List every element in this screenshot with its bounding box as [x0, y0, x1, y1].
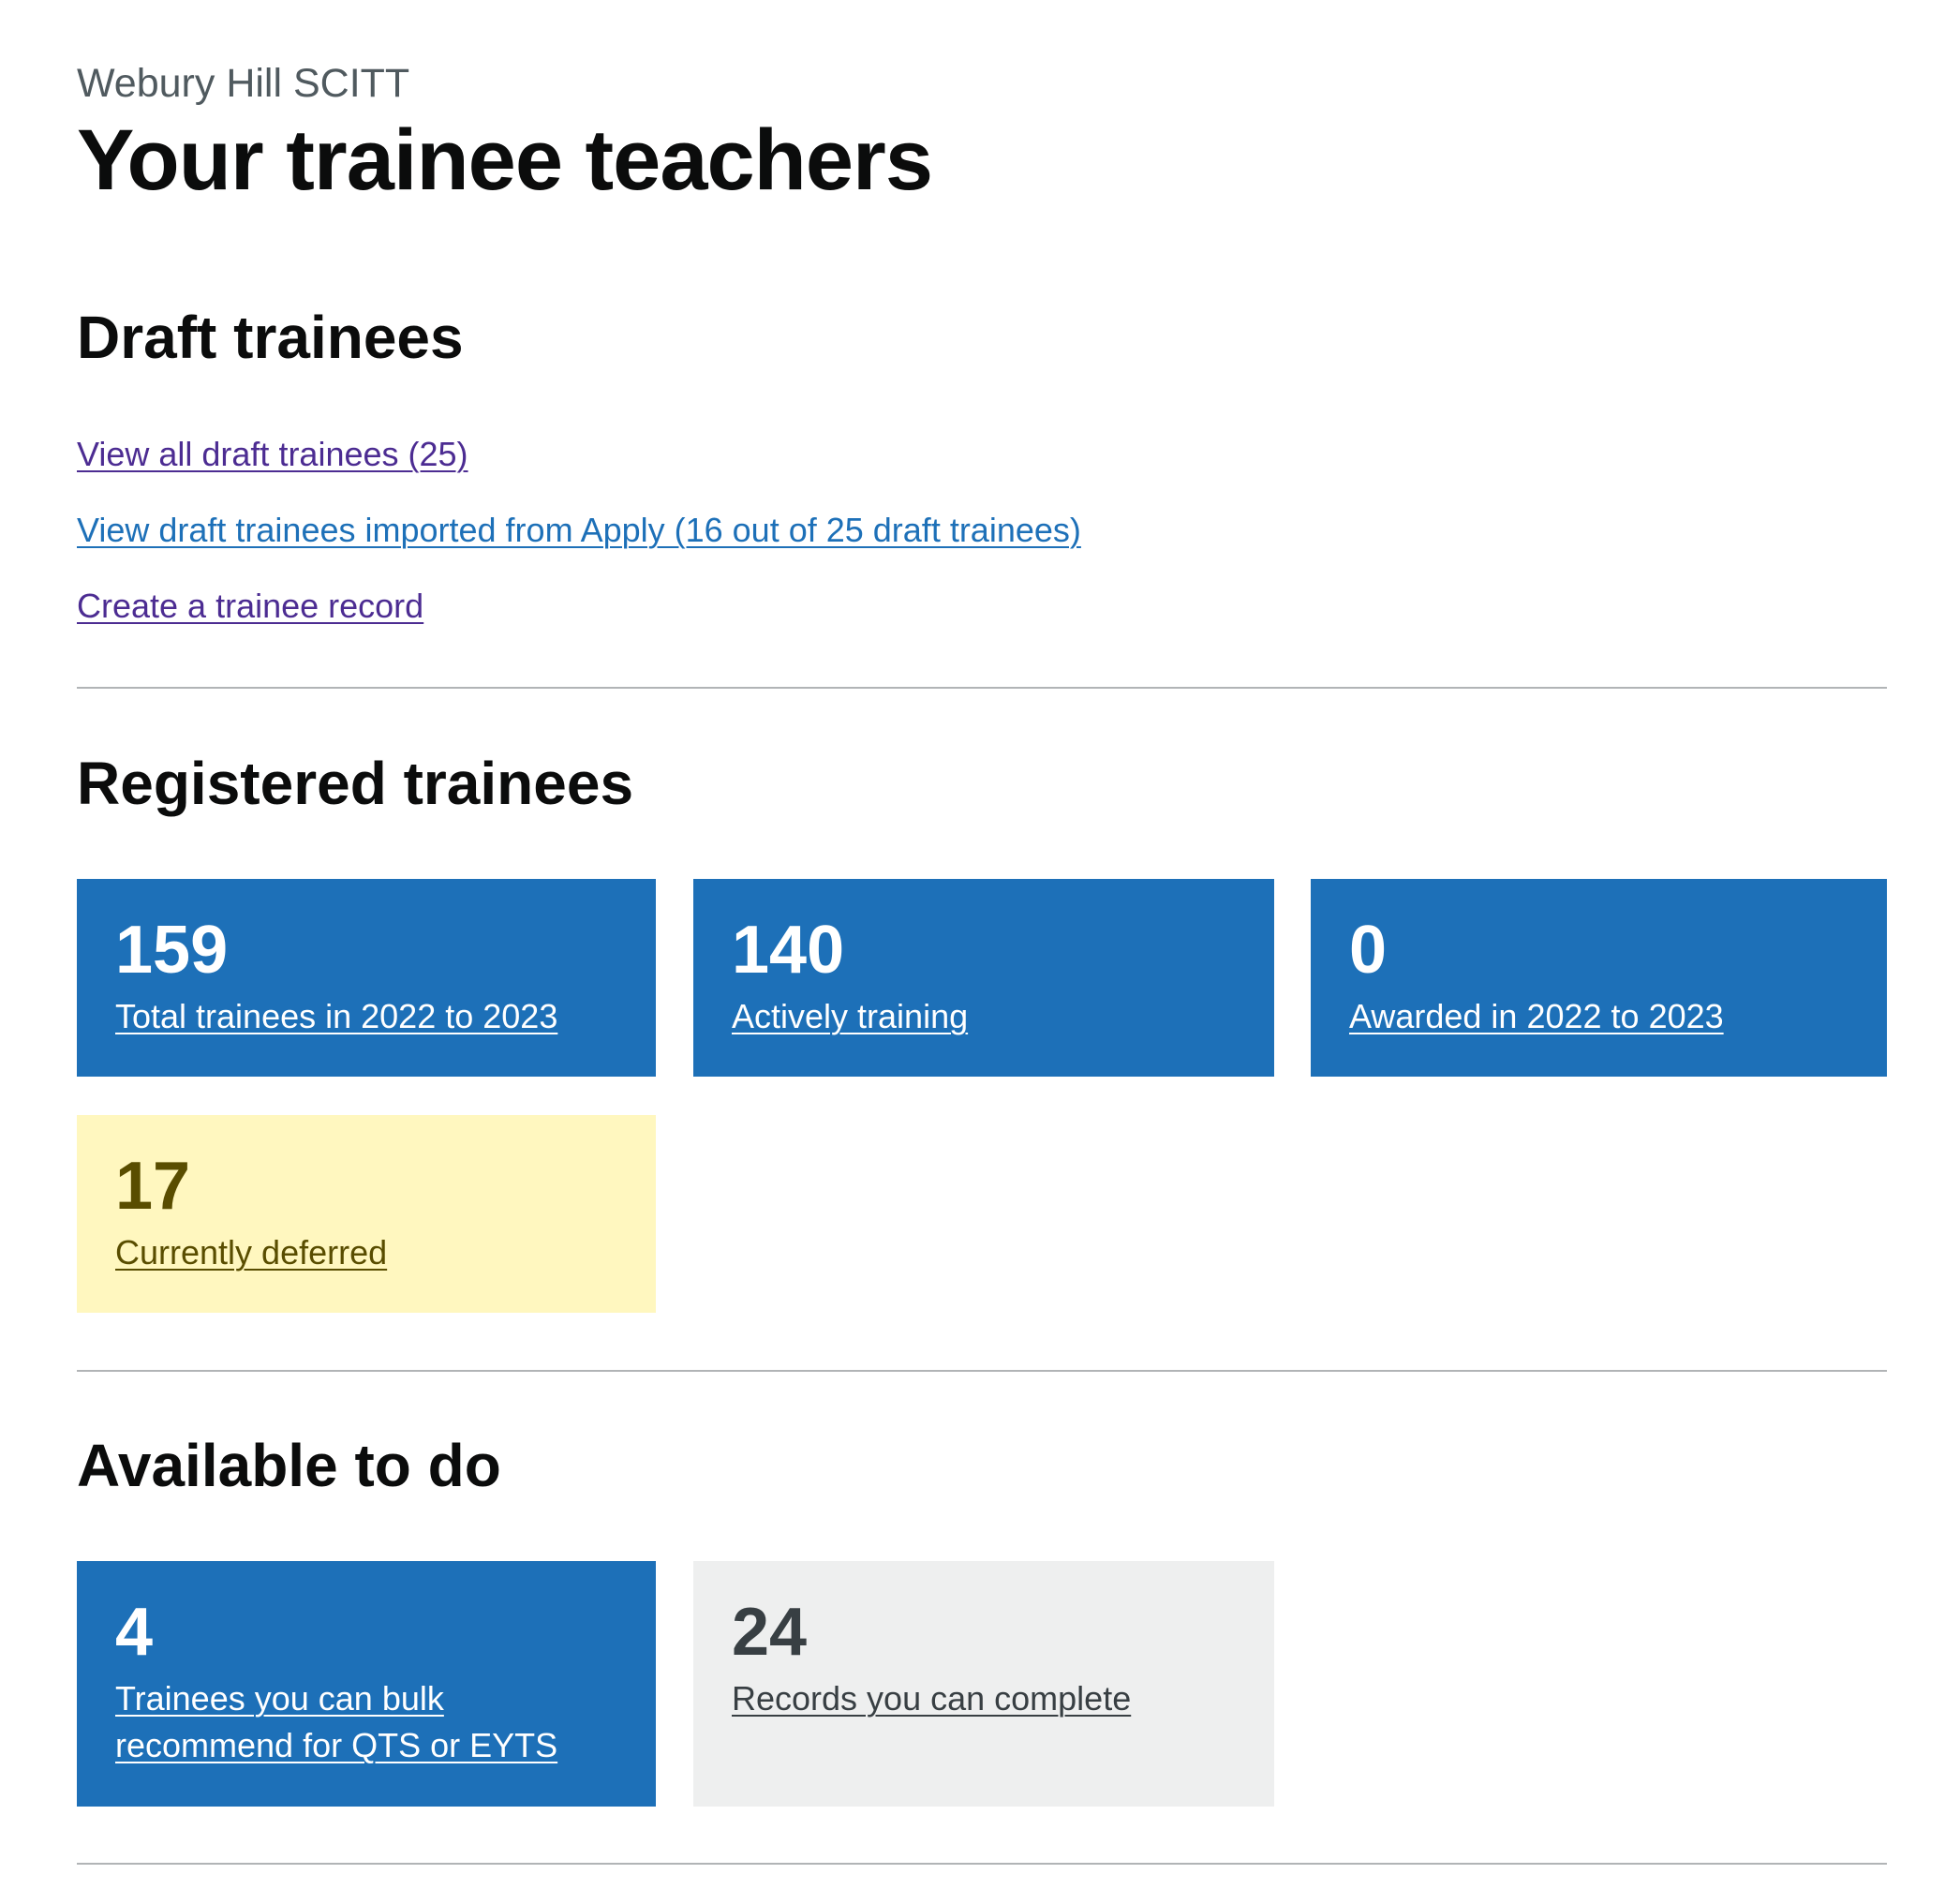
awarded-count: 0	[1349, 913, 1388, 988]
organisation-caption: Webury Hill SCITT	[77, 61, 410, 106]
records-to-complete-card[interactable]: 24 Records you can complete	[693, 1561, 1274, 1807]
create-trainee-record-link[interactable]: Create a trainee record	[77, 585, 423, 628]
currently-deferred-link[interactable]: Currently deferred	[115, 1229, 618, 1276]
section-divider	[77, 687, 1887, 689]
registered-trainees-heading: Registered trainees	[77, 750, 634, 817]
actively-training-card[interactable]: 140 Actively training	[693, 879, 1274, 1077]
awarded-link[interactable]: Awarded in 2022 to 2023	[1349, 993, 1849, 1040]
view-all-draft-trainees-link[interactable]: View all draft trainees (25)	[77, 433, 468, 476]
total-trainees-link[interactable]: Total trainees in 2022 to 2023	[115, 993, 618, 1040]
bulk-recommend-count: 4	[115, 1595, 154, 1670]
section-divider	[77, 1863, 1887, 1865]
currently-deferred-card[interactable]: 17 Currently deferred	[77, 1115, 656, 1313]
currently-deferred-count: 17	[115, 1149, 191, 1224]
records-to-complete-link[interactable]: Records you can complete	[732, 1675, 1237, 1722]
view-apply-draft-trainees-link[interactable]: View draft trainees imported from Apply …	[77, 509, 1081, 552]
actively-training-count: 140	[732, 913, 845, 988]
page-title: Your trainee teachers	[77, 112, 933, 208]
section-divider	[77, 1370, 1887, 1372]
records-to-complete-count: 24	[732, 1595, 808, 1670]
total-trainees-count: 159	[115, 913, 229, 988]
total-trainees-card[interactable]: 159 Total trainees in 2022 to 2023	[77, 879, 656, 1077]
draft-trainees-heading: Draft trainees	[77, 304, 464, 371]
available-to-do-heading: Available to do	[77, 1432, 501, 1499]
actively-training-link[interactable]: Actively training	[732, 993, 1237, 1040]
awarded-card[interactable]: 0 Awarded in 2022 to 2023	[1311, 879, 1887, 1077]
bulk-recommend-link[interactable]: Trainees you can bulk recommend for QTS …	[115, 1675, 584, 1769]
bulk-recommend-card[interactable]: 4 Trainees you can bulk recommend for QT…	[77, 1561, 656, 1807]
